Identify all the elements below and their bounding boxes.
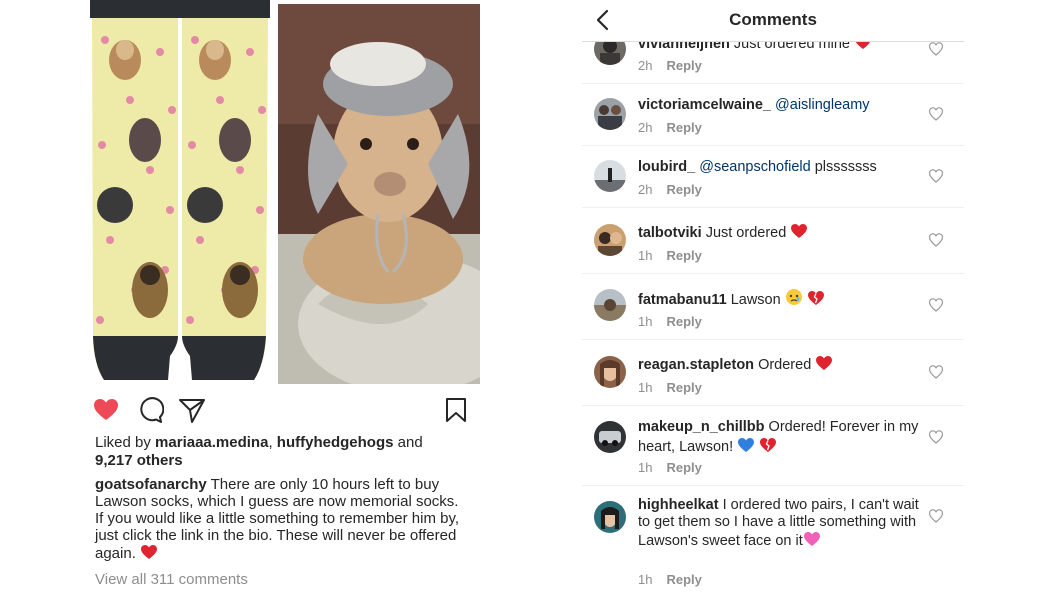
like-comment-heart-icon[interactable] [928, 41, 944, 57]
reply-button[interactable]: Reply [666, 380, 701, 395]
comment-time: 1h [638, 460, 653, 475]
reply-button[interactable]: Reply [666, 58, 701, 73]
reply-button[interactable]: Reply [666, 182, 701, 197]
post-caption: goatsofanarchy There are only 10 hours l… [95, 476, 465, 564]
comment-item: loubird_ @seanpschofield plsssssss 2h Rep… [582, 146, 964, 208]
comment-username[interactable]: makeup_n_chillbb [638, 419, 765, 435]
comment-meta: 2h Reply [638, 58, 702, 73]
comment-username[interactable]: victoriamcelwaine_ [638, 97, 771, 113]
comment-text: highheelkat I ordered two pairs, I can't… [638, 497, 928, 552]
post-action-bar [92, 396, 468, 424]
liked-separator: , [268, 434, 273, 451]
comment-meta: 1h Reply [638, 380, 702, 395]
goat-photo [278, 4, 480, 384]
comment-item: makeup_n_chillbb Ordered! Forever in my … [582, 406, 964, 486]
post: Liked by mariaaa.medina, huffyhedgehogs … [0, 0, 560, 592]
comment-icon[interactable] [136, 396, 165, 424]
comment-text: loubird_ @seanpschofield plsssssss [638, 159, 877, 175]
sock-image-left [90, 0, 180, 380]
red-heart-emoji-icon [140, 544, 158, 564]
liked-user-link[interactable]: huffyhedgehogs [277, 434, 394, 451]
red-heart-emoji-icon [790, 223, 808, 245]
comment-time: 2h [638, 182, 653, 197]
liked-others-link[interactable]: 9,217 others [95, 452, 183, 469]
comment-text: reagan.stapleton Ordered [638, 355, 928, 377]
liked-user-link[interactable]: mariaaa.medina [155, 434, 268, 451]
comment-time: 1h [638, 314, 653, 329]
like-comment-heart-icon[interactable] [928, 508, 944, 524]
reply-button[interactable]: Reply [666, 248, 701, 263]
reply-button[interactable]: Reply [666, 572, 701, 587]
reply-button[interactable]: Reply [666, 314, 701, 329]
comment-meta: 1h Reply [638, 314, 702, 329]
comment-meta: 1h Reply [638, 460, 702, 475]
broken-heart-emoji-icon [807, 290, 825, 312]
comment-username[interactable]: talbotviki [638, 225, 702, 241]
like-comment-heart-icon[interactable] [928, 232, 944, 248]
comment-time: 2h [638, 58, 653, 73]
comment-time: 1h [638, 248, 653, 263]
comment-item: reagan.stapleton Ordered 1h Reply [582, 340, 964, 406]
comment-username[interactable]: fatmabanu11 [638, 292, 727, 308]
avatar[interactable] [594, 356, 626, 388]
avatar[interactable] [594, 289, 626, 321]
comment-mention-link[interactable]: @seanpschofield [699, 159, 810, 175]
broken-heart-emoji-icon [759, 437, 777, 459]
comment-mention-link[interactable]: @aislingleamy [775, 97, 870, 113]
comment-username[interactable]: highheelkat [638, 497, 719, 513]
reply-button[interactable]: Reply [666, 460, 701, 475]
like-comment-heart-icon[interactable] [928, 364, 944, 380]
comment-username[interactable]: loubird_ [638, 159, 695, 175]
red-heart-emoji-icon [815, 355, 833, 377]
avatar[interactable] [594, 224, 626, 256]
share-icon[interactable] [178, 396, 206, 424]
avatar[interactable] [594, 98, 626, 130]
comment-time: 2h [638, 120, 653, 135]
comment-text: victoriamcelwaine_ @aislingleamy [638, 96, 928, 115]
comment-meta: 1h Reply [638, 248, 702, 263]
bookmark-icon[interactable] [442, 396, 470, 424]
crying-face-emoji-icon [785, 288, 803, 312]
comment-text: fatmabanu11 Lawson [638, 288, 928, 312]
comment-item: highheelkat I ordered two pairs, I can't… [582, 486, 964, 592]
comment-username[interactable]: reagan.stapleton [638, 357, 754, 373]
like-comment-heart-icon[interactable] [928, 429, 944, 445]
comment-time: 1h [638, 572, 653, 587]
avatar[interactable] [594, 421, 626, 453]
avatar[interactable] [594, 501, 626, 533]
liked-and: and [397, 434, 423, 451]
comment-meta: 2h Reply [638, 120, 702, 135]
view-all-comments-link[interactable]: View all 311 comments [95, 571, 248, 588]
liked-prefix: Liked by [95, 434, 151, 451]
reply-button[interactable]: Reply [666, 120, 701, 135]
comment-item: talbotviki Just ordered 1h Reply [582, 208, 964, 274]
comment-item: victoriamcelwaine_ @aislingleamy 2h Reply [582, 84, 964, 146]
comments-title: Comments [729, 10, 817, 29]
like-comment-heart-icon[interactable] [928, 168, 944, 184]
comment-meta: 1h Reply [638, 572, 702, 587]
likes-summary: Liked by mariaaa.medina, huffyhedgehogs … [95, 434, 475, 470]
sock-image-right [180, 0, 270, 380]
comment-meta: 2h Reply [638, 182, 702, 197]
comment-text: makeup_n_chillbb Ordered! Forever in my … [638, 418, 928, 459]
comment-text: talbotviki Just ordered [638, 223, 928, 245]
pink-heart-emoji-icon [803, 531, 821, 552]
comment-time: 1h [638, 380, 653, 395]
heart-filled-icon[interactable] [92, 396, 120, 424]
like-comment-heart-icon[interactable] [928, 297, 944, 313]
comments-header: Comments [582, 0, 964, 42]
avatar[interactable] [594, 160, 626, 192]
post-image[interactable] [80, 0, 480, 384]
comment-item: fatmabanu11 Lawson 1h Reply [582, 274, 964, 340]
comments-panel: Comments vivianneijnen Just ordered mine… [582, 0, 964, 592]
blue-heart-emoji-icon [737, 437, 755, 459]
caption-username[interactable]: goatsofanarchy [95, 476, 207, 493]
like-comment-heart-icon[interactable] [928, 106, 944, 122]
